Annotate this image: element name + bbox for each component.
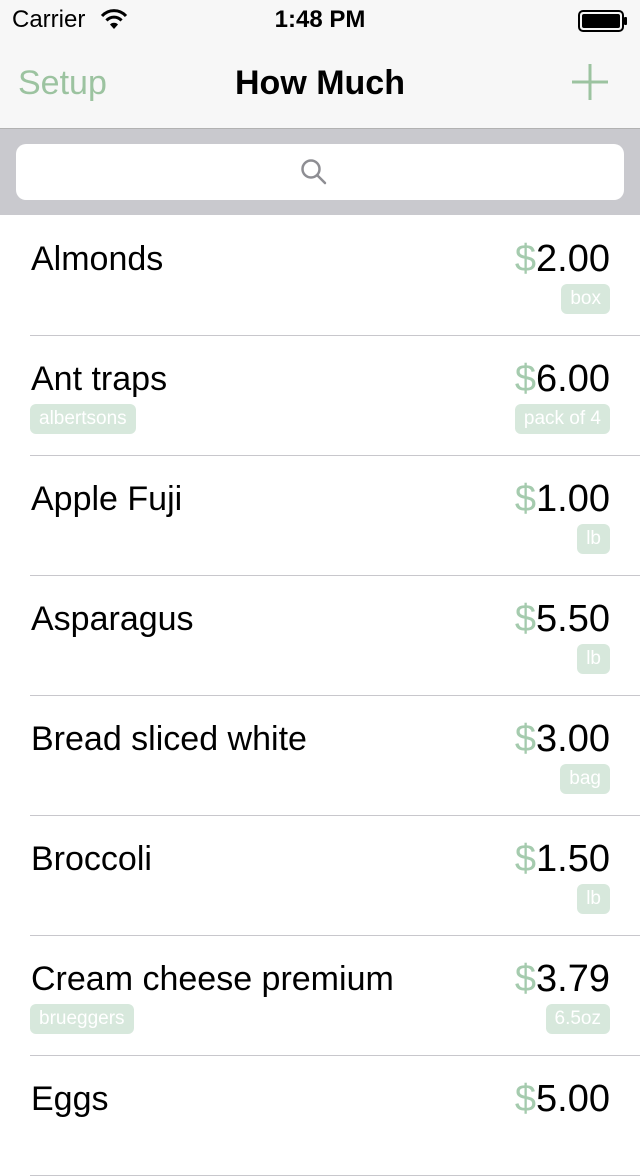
- currency-symbol: $: [514, 598, 537, 640]
- list-item[interactable]: Asparagus $5.50 lb: [0, 576, 640, 696]
- item-price: $6.00: [515, 358, 610, 401]
- item-name: Almonds: [31, 240, 164, 278]
- unit-tag: 6.5oz: [545, 1004, 610, 1034]
- plus-icon[interactable]: [570, 62, 610, 102]
- item-list: Almonds $2.00 box Ant traps $6.00 pack of 4 al…: [0, 216, 640, 1176]
- unit-tag: pack of 4: [514, 404, 610, 434]
- currency-symbol: $: [514, 958, 537, 1000]
- price-amount: 6.00: [536, 358, 610, 400]
- price-amount: 2.00: [536, 238, 610, 280]
- price-amount: 3.00: [536, 718, 610, 760]
- item-name: Eggs: [31, 1080, 109, 1118]
- search-icon: [301, 159, 327, 185]
- item-price: $1.00: [515, 478, 610, 521]
- currency-symbol: $: [514, 1078, 537, 1120]
- currency-symbol: $: [514, 838, 537, 880]
- search-input[interactable]: [16, 144, 624, 200]
- store-tag: albertsons: [30, 404, 136, 434]
- list-item[interactable]: Ant traps $6.00 pack of 4 albertsons: [0, 336, 640, 456]
- list-item[interactable]: Cream cheese premium $3.79 6.5oz brueggers: [0, 936, 640, 1056]
- price-amount: 1.50: [536, 838, 610, 880]
- currency-symbol: $: [514, 238, 537, 280]
- price-amount: 1.00: [536, 478, 610, 520]
- store-tag: brueggers: [30, 1004, 134, 1034]
- item-name: Broccoli: [31, 840, 152, 878]
- item-price: $3.79: [515, 958, 610, 1001]
- unit-tag: bag: [560, 764, 610, 794]
- navigation-bar: Setup How Much: [0, 40, 640, 129]
- item-price: $5.50: [515, 598, 610, 641]
- status-time: 1:48 PM: [274, 6, 366, 33]
- list-item[interactable]: Eggs $5.00: [0, 1056, 640, 1176]
- price-amount: 3.79: [536, 958, 610, 1000]
- list-item[interactable]: Broccoli $1.50 lb: [0, 816, 640, 936]
- unit-tag: lb: [577, 524, 610, 554]
- currency-symbol: $: [514, 358, 537, 400]
- currency-symbol: $: [514, 478, 537, 520]
- price-amount: 5.50: [536, 598, 610, 640]
- list-item[interactable]: Apple Fuji $1.00 lb: [0, 456, 640, 576]
- currency-symbol: $: [514, 718, 537, 760]
- item-name: Cream cheese premium: [31, 960, 394, 998]
- item-price: $5.00: [515, 1078, 610, 1121]
- item-price: $1.50: [515, 838, 610, 881]
- page-title: How Much: [235, 64, 405, 102]
- list-item[interactable]: Almonds $2.00 box: [0, 216, 640, 336]
- unit-tag: lb: [577, 884, 610, 914]
- battery-icon: [578, 10, 627, 32]
- item-name: Apple Fuji: [31, 480, 183, 518]
- price-amount: 5.00: [536, 1078, 610, 1120]
- item-price: $3.00: [515, 718, 610, 761]
- unit-tag: lb: [577, 644, 610, 674]
- list-item[interactable]: Bread sliced white $3.00 bag: [0, 696, 640, 816]
- search-bar: [0, 129, 640, 215]
- status-bar: Carrier 1:48 PM: [0, 0, 640, 40]
- item-name: Bread sliced white: [31, 720, 307, 758]
- item-name: Asparagus: [31, 600, 194, 638]
- item-price: $2.00: [515, 238, 610, 281]
- item-name: Ant traps: [31, 360, 168, 398]
- unit-tag: box: [561, 284, 610, 314]
